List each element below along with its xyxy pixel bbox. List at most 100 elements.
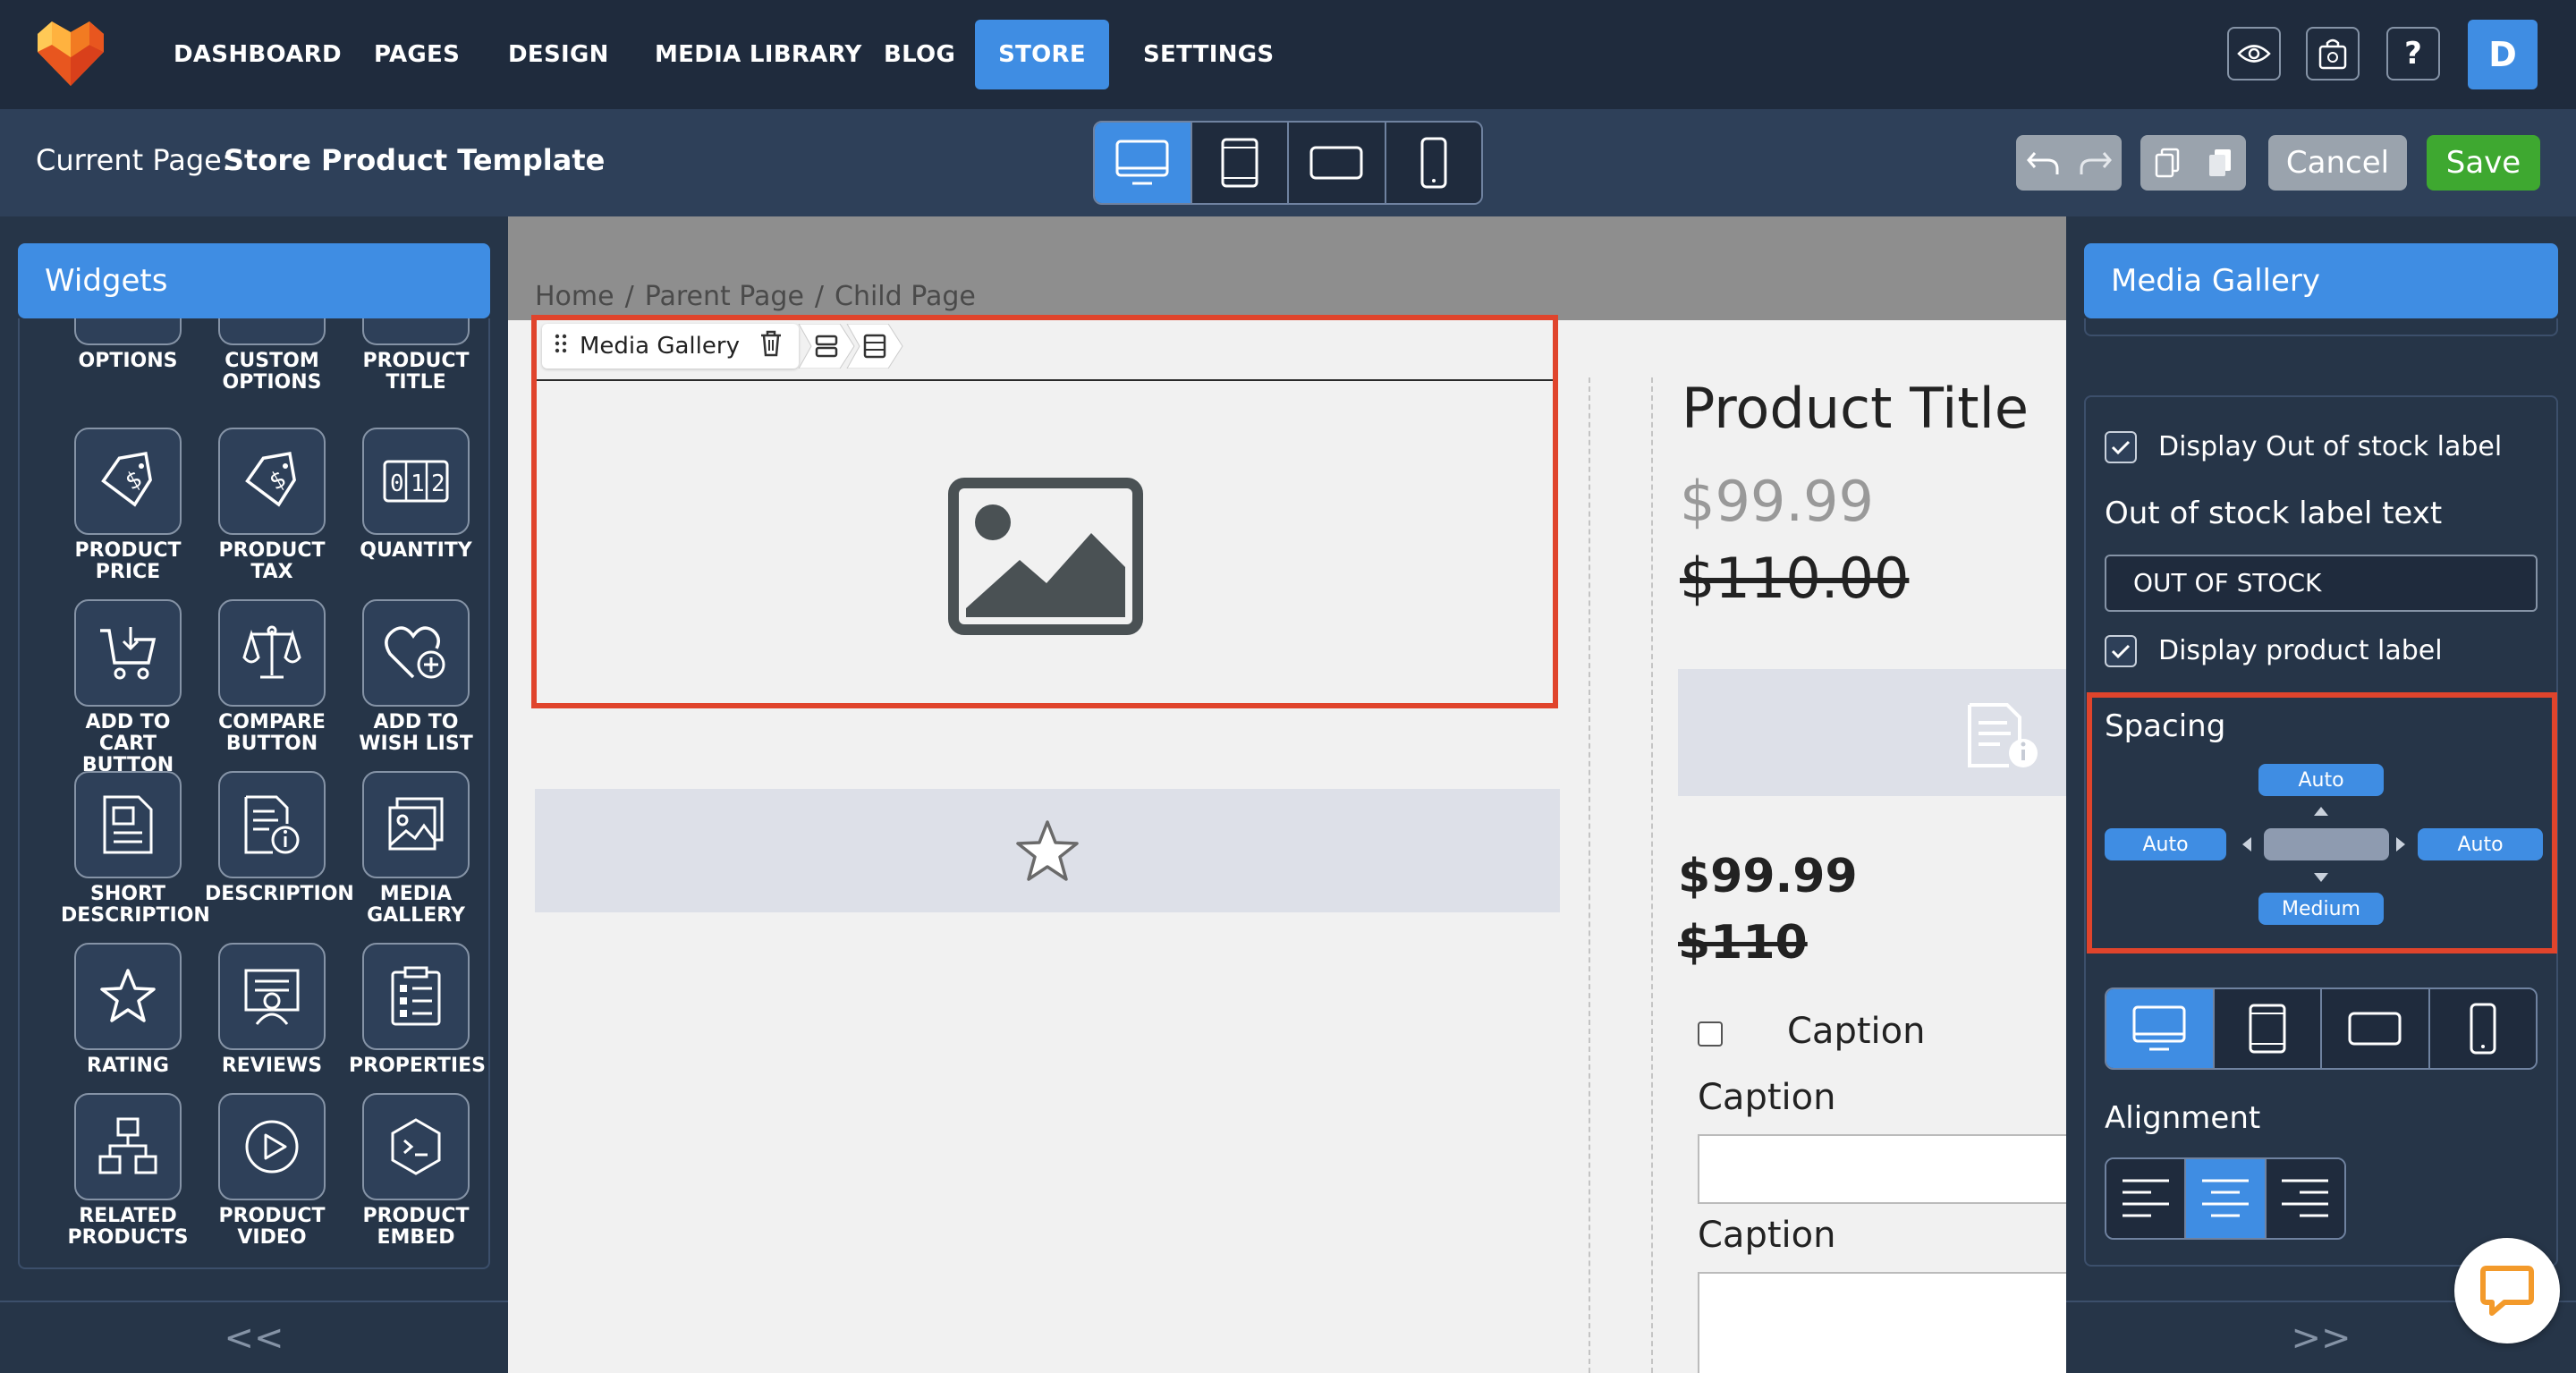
phone-icon <box>1420 137 1447 189</box>
tablet-portrait-view-button[interactable] <box>1191 123 1289 203</box>
nav-media-library[interactable]: MEDIA LIBRARY <box>635 20 882 89</box>
user-avatar[interactable]: D <box>2468 20 2538 89</box>
block-layout-icon[interactable] <box>843 324 904 369</box>
caption-label: Caption <box>1698 1215 1836 1256</box>
nav-blog[interactable]: BLOG <box>864 20 975 89</box>
widget-description[interactable]: DESCRIPTION <box>205 771 354 905</box>
breadcrumb-child[interactable]: Child Page <box>835 281 976 312</box>
nav-dashboard[interactable]: DASHBOARD <box>154 20 361 89</box>
widgets-grid: OPTIONS CUSTOM OPTIONS PRODUCT TITLE $ P… <box>18 318 490 1269</box>
display-product-label-checkbox[interactable] <box>2105 635 2137 667</box>
spacing-right-button[interactable]: Auto <box>2418 828 2543 860</box>
widget-reviews[interactable]: REVIEWS <box>205 943 339 1077</box>
phone-landscape-icon <box>2348 1012 2402 1046</box>
widget-product-title[interactable]: PRODUCT TITLE <box>349 318 483 394</box>
align-right-button[interactable] <box>2266 1159 2344 1238</box>
current-page-label: Current Page: <box>36 143 232 177</box>
widget-quantity[interactable]: 012 QUANTITY <box>349 428 483 562</box>
widget-tag[interactable]: Media Gallery <box>542 324 799 369</box>
drag-handle-icon[interactable] <box>555 333 567 360</box>
display-out-of-stock-checkbox[interactable] <box>2105 431 2137 463</box>
media-gallery-widget[interactable]: Media Gallery <box>531 315 1558 708</box>
logo-icon[interactable] <box>34 18 107 88</box>
breadcrumb-parent[interactable]: Parent Page <box>645 281 804 312</box>
help-icon[interactable]: ? <box>2386 27 2440 81</box>
spacing-left-button[interactable]: Auto <box>2105 828 2226 860</box>
settings-desktop-button[interactable] <box>2106 989 2215 1068</box>
cancel-button[interactable]: Cancel <box>2268 135 2407 191</box>
nav-settings[interactable]: SETTINGS <box>1123 20 1293 89</box>
store-bag-icon[interactable] <box>2306 27 2360 81</box>
widget-compare-button[interactable]: COMPARE BUTTON <box>205 599 339 755</box>
spacing-control: Spacing Auto Auto Auto Medium <box>2087 692 2557 953</box>
copy-button[interactable] <box>2140 135 2193 191</box>
widget-short-description[interactable]: SHORT DESCRIPTION <box>61 771 210 927</box>
align-center-button[interactable] <box>2186 1159 2267 1238</box>
rating-widget[interactable] <box>535 789 1560 912</box>
spacing-bottom-button[interactable]: Medium <box>2258 893 2384 925</box>
widgets-panel: Widgets OPTIONS CUSTOM OPTIONS PRODUCT T… <box>0 216 508 1373</box>
paste-button[interactable] <box>2193 135 2246 191</box>
copy-icon <box>2155 148 2179 178</box>
options-icon <box>74 318 182 345</box>
widget-product-price[interactable]: $ PRODUCT PRICE <box>61 428 195 583</box>
undo-button[interactable] <box>2016 135 2069 191</box>
caption-textarea[interactable] <box>1698 1272 2066 1373</box>
settings-landscape-button[interactable] <box>2322 989 2430 1068</box>
widget-options[interactable]: OPTIONS <box>61 318 195 372</box>
redo-button[interactable] <box>2069 135 2122 191</box>
svg-text:1: 1 <box>411 470 425 497</box>
widget-properties[interactable]: PROPERTIES <box>349 943 486 1077</box>
widget-add-to-cart[interactable]: ADD TO CART BUTTON <box>61 599 195 776</box>
save-button[interactable]: Save <box>2427 135 2540 191</box>
settings-device-switcher <box>2105 987 2538 1070</box>
caption-checkbox[interactable] <box>1698 1021 1723 1047</box>
out-of-stock-text-label: Out of stock label text <box>2105 496 2443 531</box>
nav-store[interactable]: STORE <box>975 20 1109 89</box>
widget-add-to-wishlist[interactable]: ADD TO WISH LIST <box>349 599 483 755</box>
widget-related-products[interactable]: RELATED PRODUCTS <box>61 1093 195 1249</box>
breadcrumb: Home / Parent Page / Child Page <box>535 281 976 312</box>
copy-paste-group <box>2140 135 2246 191</box>
widget-product-tax[interactable]: $ PRODUCT TAX <box>205 428 339 583</box>
spacing-top-button[interactable]: Auto <box>2258 764 2384 796</box>
mobile-view-button[interactable] <box>1385 123 1481 203</box>
checklist-icon <box>362 943 470 1050</box>
play-icon <box>218 1093 326 1200</box>
collapse-left-panel-button[interactable]: << <box>0 1301 508 1373</box>
out-of-stock-text-input[interactable]: OUT OF STOCK <box>2105 555 2538 612</box>
document-info-icon <box>218 771 326 878</box>
breadcrumb-home[interactable]: Home <box>535 281 614 312</box>
widget-media-gallery[interactable]: MEDIA GALLERY <box>349 771 483 927</box>
caption-input[interactable] <box>1698 1134 2066 1204</box>
display-out-of-stock-label: Display Out of stock label <box>2158 431 2503 462</box>
document-info-icon <box>1968 703 2038 767</box>
desktop-view-button[interactable] <box>1095 123 1192 203</box>
nav-design[interactable]: DESIGN <box>488 20 629 89</box>
current-page-value: Store Product Template <box>224 143 606 177</box>
widget-custom-options[interactable]: CUSTOM OPTIONS <box>205 318 339 394</box>
nav-pages[interactable]: PAGES <box>354 20 479 89</box>
widget-rating[interactable]: RATING <box>61 943 195 1077</box>
arrow-left-icon <box>2242 837 2251 852</box>
price-tag-icon: $ <box>74 428 182 535</box>
trash-icon[interactable] <box>759 330 783 363</box>
chat-support-button[interactable] <box>2454 1238 2560 1343</box>
heart-plus-icon <box>362 599 470 707</box>
spacing-center-box <box>2264 828 2389 860</box>
preview-eye-icon[interactable] <box>2227 27 2281 81</box>
settings-tablet-button[interactable] <box>2214 989 2322 1068</box>
align-left-button[interactable] <box>2106 1159 2187 1238</box>
caption-label: Caption <box>1698 1077 1836 1118</box>
product-title[interactable]: Product Title <box>1682 376 2029 441</box>
quantity-counter-icon: 012 <box>362 428 470 535</box>
settings-mobile-button[interactable] <box>2429 989 2536 1068</box>
svg-text:0: 0 <box>390 470 404 497</box>
custom-options-icon <box>218 318 326 345</box>
description-widget[interactable] <box>1678 669 2066 796</box>
sale-price: $99.99 <box>1680 469 1874 534</box>
widget-product-embed[interactable]: PRODUCT EMBED <box>349 1093 483 1249</box>
alignment-switcher <box>2105 1157 2346 1240</box>
tablet-landscape-view-button[interactable] <box>1289 123 1386 203</box>
widget-product-video[interactable]: PRODUCT VIDEO <box>205 1093 339 1249</box>
